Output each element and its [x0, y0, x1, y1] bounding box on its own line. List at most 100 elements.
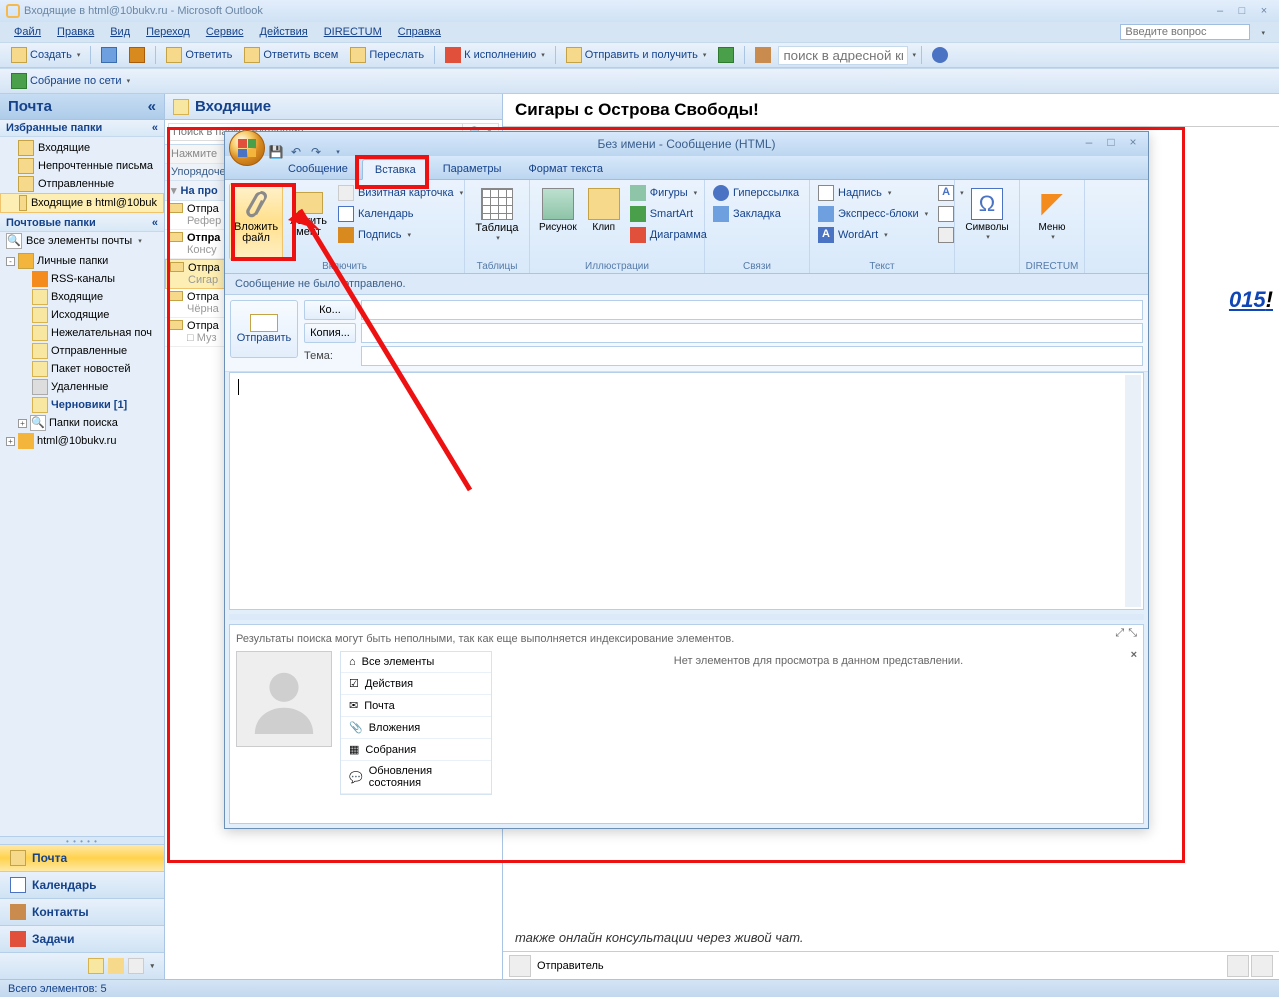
picture-button[interactable]: Рисунок: [534, 183, 582, 260]
fav-unread[interactable]: Непрочтенные письма: [0, 157, 164, 175]
tab-options[interactable]: Параметры: [430, 158, 515, 179]
collapse-icon[interactable]: ⤡: [1128, 627, 1137, 640]
fav-sent[interactable]: Отправленные: [0, 175, 164, 193]
section-mail[interactable]: Почта: [0, 844, 164, 871]
menu-directum[interactable]: DIRECTUM: [318, 24, 388, 40]
print-button[interactable]: [96, 44, 122, 66]
signature-button[interactable]: Подпись▾: [334, 225, 467, 245]
clip-button[interactable]: Клип: [584, 183, 624, 260]
to-field[interactable]: [361, 300, 1143, 320]
pf-attach[interactable]: 📎Вложения: [341, 717, 491, 739]
compose-splitter[interactable]: [229, 614, 1144, 620]
fav-account-inbox[interactable]: Входящие в html@10buk: [0, 193, 164, 213]
menu-view[interactable]: Вид: [104, 24, 136, 40]
tree-sent[interactable]: Отправленные: [4, 342, 160, 360]
fav-inbox[interactable]: Входящие: [0, 139, 164, 157]
online-meeting-button[interactable]: Собрание по сети▾: [6, 70, 135, 92]
all-mail-items[interactable]: 🔍Все элементы почты▾: [0, 232, 164, 250]
attach-file-button[interactable]: Вложить файл: [229, 183, 283, 260]
chart-button[interactable]: Диаграмма: [626, 225, 711, 245]
help-icon[interactable]: [927, 44, 953, 66]
pf-meetings[interactable]: ▦Собрания: [341, 739, 491, 761]
minimize-button[interactable]: –: [1211, 5, 1229, 17]
attach-item-button[interactable]: ложить мент: [285, 183, 332, 260]
hyperlink-button[interactable]: Гиперссылка: [709, 183, 803, 203]
new-button[interactable]: Создать▾: [6, 44, 85, 66]
section-calendar[interactable]: Календарь: [0, 871, 164, 898]
compose-scrollbar[interactable]: [1125, 375, 1141, 607]
people-icon-1[interactable]: [1227, 955, 1249, 977]
menu-edit[interactable]: Правка: [51, 24, 100, 40]
subject-field[interactable]: [361, 346, 1143, 366]
tree-news[interactable]: Пакет новостей: [4, 360, 160, 378]
smartart-button[interactable]: SmartArt: [626, 204, 711, 224]
tree-rss[interactable]: RSS-каналы: [4, 270, 160, 288]
pf-mail[interactable]: ✉Почта: [341, 695, 491, 717]
tree-inbox[interactable]: Входящие: [4, 288, 160, 306]
compose-body[interactable]: [229, 372, 1144, 610]
pf-all[interactable]: ⌂Все элементы: [341, 652, 491, 673]
qat-save-icon[interactable]: 💾: [267, 143, 285, 161]
cc-button[interactable]: Копия...: [304, 323, 356, 343]
bookmark-button[interactable]: Закладка: [709, 204, 803, 224]
menu-go[interactable]: Переход: [140, 24, 196, 40]
to-button[interactable]: Ко...: [304, 300, 356, 320]
section-tasks[interactable]: Задачи: [0, 925, 164, 952]
wordart-button[interactable]: AWordArt▾: [814, 225, 932, 245]
menu-actions[interactable]: Действия: [254, 24, 314, 40]
shapes-button[interactable]: Фигуры▾: [626, 183, 711, 203]
qat-customize-icon[interactable]: ▾: [329, 143, 347, 161]
mail-folders-label[interactable]: Почтовые папки«: [0, 215, 164, 232]
office-button[interactable]: [229, 130, 265, 166]
menu-file[interactable]: Файл: [8, 24, 47, 40]
address-book-button[interactable]: [750, 44, 776, 66]
expand-icon[interactable]: ⤢: [1115, 627, 1124, 640]
help-question-input[interactable]: [1120, 24, 1250, 40]
cc-field[interactable]: [361, 323, 1143, 343]
collapse-nav-icon[interactable]: «: [148, 98, 156, 115]
close-button[interactable]: ×: [1255, 5, 1273, 17]
pf-actions[interactable]: ☑Действия: [341, 673, 491, 695]
people-close-icon[interactable]: ×: [1131, 649, 1137, 661]
tree-search-folders[interactable]: +🔍Папки поиска: [4, 414, 160, 432]
tab-insert[interactable]: Вставка: [362, 159, 429, 180]
quickparts-button[interactable]: Экспресс-блоки▾: [814, 204, 932, 224]
tree-deleted[interactable]: Удаленные: [4, 378, 160, 396]
reply-all-button[interactable]: Ответить всем: [239, 44, 343, 66]
categorize-button[interactable]: [124, 44, 150, 66]
calendar-button[interactable]: Календарь: [334, 204, 467, 224]
favorites-label[interactable]: Избранные папки«: [0, 120, 164, 137]
followup-button[interactable]: К исполнению▾: [440, 44, 550, 66]
pf-status[interactable]: 💬Обновления состояния: [341, 761, 491, 794]
reply-button[interactable]: Ответить: [161, 44, 237, 66]
compose-close[interactable]: ×: [1124, 135, 1142, 149]
send-receive-button[interactable]: Отправить и получить▾: [561, 44, 712, 66]
tree-outbox[interactable]: Исходящие: [4, 306, 160, 324]
table-button[interactable]: Таблица▾: [469, 183, 525, 260]
section-contacts[interactable]: Контакты: [0, 898, 164, 925]
maximize-button[interactable]: □: [1233, 5, 1251, 17]
symbols-button[interactable]: ΩСимволы▾: [959, 183, 1015, 260]
people-icon-2[interactable]: [1251, 955, 1273, 977]
help-question-box[interactable]: ▾: [1120, 24, 1271, 40]
compose-minimize[interactable]: –: [1080, 135, 1098, 149]
qat-undo-icon[interactable]: ↶: [287, 143, 305, 161]
compose-maximize[interactable]: □: [1102, 135, 1120, 149]
section-more[interactable]: ▾: [0, 952, 164, 979]
forward-button[interactable]: Переслать: [345, 44, 429, 66]
tree-drafts[interactable]: Черновики [1]: [4, 396, 160, 414]
qat-redo-icon[interactable]: ↷: [307, 143, 325, 161]
send-button[interactable]: Отправить: [230, 300, 298, 358]
menu-help[interactable]: Справка: [392, 24, 447, 40]
textbox-button[interactable]: Надпись▾: [814, 183, 932, 203]
tree-junk[interactable]: Нежелательная поч: [4, 324, 160, 342]
sync-button[interactable]: [713, 44, 739, 66]
tab-format[interactable]: Формат текста: [515, 158, 616, 179]
nav-grip[interactable]: • • • • •: [0, 836, 164, 844]
menu-tools[interactable]: Сервис: [200, 24, 250, 40]
tree-personal-folders[interactable]: -Личные папки: [4, 252, 160, 270]
address-search-input[interactable]: [778, 46, 908, 65]
tree-account[interactable]: +html@10bukv.ru: [4, 432, 160, 450]
business-card-button[interactable]: Визитная карточка▾: [334, 183, 467, 203]
directum-menu-button[interactable]: ◤Меню▾: [1024, 183, 1080, 260]
